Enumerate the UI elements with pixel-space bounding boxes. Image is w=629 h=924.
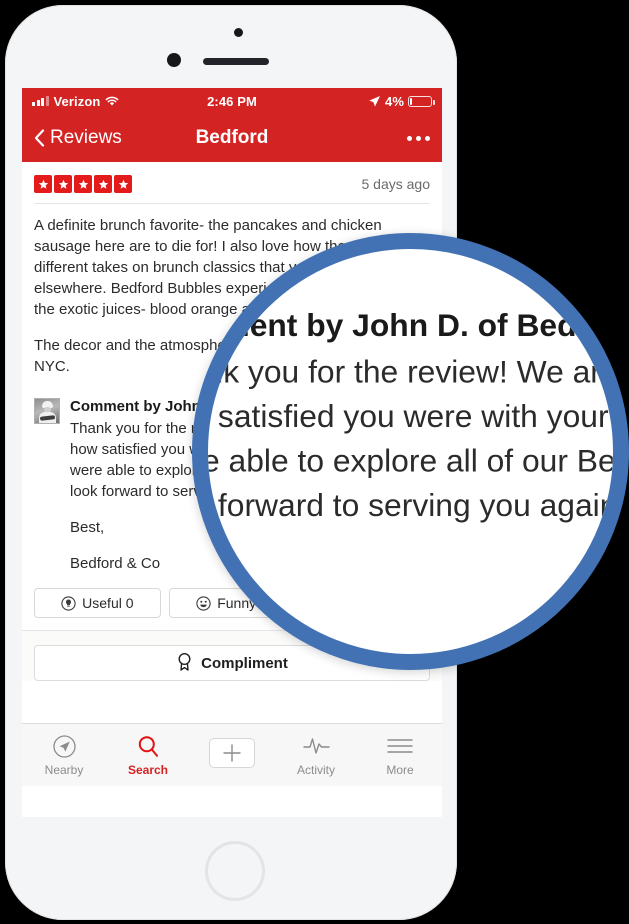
hamburger-menu-icon <box>387 733 413 759</box>
ribbon-award-icon <box>176 652 193 675</box>
magnifier-viewport: A definite brunch favorite- the pancakes… <box>208 249 613 654</box>
magnified-comment-title: Comment by John D. of Bedford & Co <box>208 308 613 345</box>
magnified-review-text: A definite brunch favorite- the pancakes… <box>208 249 613 264</box>
lightbulb-icon <box>61 595 76 611</box>
chevron-left-icon <box>34 129 45 147</box>
useful-button-label: Useful 0 <box>82 595 134 611</box>
battery-percent-label: 4% <box>385 93 404 109</box>
magnifier-circle: A definite brunch favorite- the pancakes… <box>192 233 629 670</box>
compass-arrow-icon <box>52 733 77 759</box>
wifi-icon <box>105 96 119 107</box>
magnified-comment-paragraph-1: Thank you for the review! We are so happ… <box>208 355 613 525</box>
star-icon <box>114 175 132 193</box>
home-button[interactable] <box>205 841 265 901</box>
status-bar-left: Verizon <box>32 94 119 109</box>
star-icon <box>54 175 72 193</box>
tab-more[interactable]: More <box>358 733 442 777</box>
back-button[interactable]: Reviews <box>34 127 122 149</box>
magnified-comment-body: Thank you for the review! We are so happ… <box>208 351 613 654</box>
carrier-label: Verizon <box>53 93 101 109</box>
magnified-comment-signoff-2: Bedford & Co <box>208 637 613 654</box>
tab-search-label: Search <box>127 763 169 777</box>
nav-bar: Reviews Bedford <box>22 114 442 162</box>
signal-bars-icon <box>32 96 49 106</box>
screenshot-root: Verizon 2:46 PM 4% Reviews Bedford 5 day… <box>0 0 629 924</box>
useful-button[interactable]: Useful 0 <box>34 588 161 618</box>
review-header: 5 days ago <box>22 162 442 203</box>
tab-add[interactable] <box>190 738 274 772</box>
magnified-review-paragraph-2: The decor and the atmosphere are fun, ed… <box>208 249 613 264</box>
magnified-comment-column: Comment by John D. of Bedford & Co Thank… <box>208 304 613 654</box>
tab-more-label: More <box>386 763 414 777</box>
magnified-comment-signoff-1: Best, <box>208 564 224 601</box>
plus-icon <box>209 738 255 768</box>
magnified-comment: Comment by John D. of Bedford & Co Thank… <box>208 296 613 654</box>
status-bar-right: 4% <box>368 93 435 109</box>
tab-bar: Nearby Search Activity More <box>22 723 442 786</box>
star-rating <box>34 175 132 193</box>
review-timestamp: 5 days ago <box>361 176 431 192</box>
back-button-label: Reviews <box>50 127 122 148</box>
tab-nearby[interactable]: Nearby <box>22 733 106 777</box>
status-bar: Verizon 2:46 PM 4% <box>22 88 442 114</box>
star-icon <box>94 175 112 193</box>
star-icon <box>74 175 92 193</box>
location-arrow-icon <box>368 95 381 108</box>
tab-nearby-label: Nearby <box>44 763 84 777</box>
magnifying-glass-icon <box>136 733 161 759</box>
proximity-sensor-icon <box>167 53 181 67</box>
tab-activity-label: Activity <box>296 763 335 777</box>
front-camera-icon <box>234 28 243 37</box>
earpiece-speaker <box>203 58 269 65</box>
magnified-content: A definite brunch favorite- the pancakes… <box>208 249 613 654</box>
tab-search[interactable]: Search <box>106 733 190 777</box>
business-owner-avatar[interactable] <box>34 398 60 424</box>
battery-icon <box>408 95 435 107</box>
star-icon <box>34 175 52 193</box>
compliment-button-label: Compliment <box>201 654 288 672</box>
pulse-wave-icon <box>302 733 330 759</box>
tab-activity[interactable]: Activity <box>274 733 358 777</box>
ellipsis-icon[interactable] <box>407 135 430 141</box>
